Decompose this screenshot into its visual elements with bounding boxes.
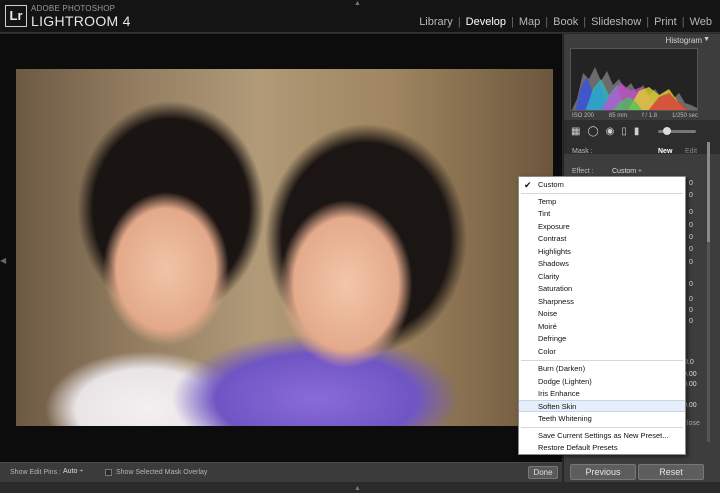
menu-item-label: Custom xyxy=(538,180,564,189)
menu-item-shadows[interactable]: Shadows xyxy=(519,258,685,270)
bottom-panel-toggle-icon[interactable]: ▲ xyxy=(354,485,361,492)
menu-item-dodge[interactable]: Dodge (Lighten) xyxy=(519,376,685,388)
mask-new-button[interactable]: New xyxy=(658,148,672,155)
menu-item-defringe[interactable]: Defringe xyxy=(519,333,685,345)
slider-value[interactable]: 0 xyxy=(689,281,693,288)
menu-item-color[interactable]: Color xyxy=(519,346,685,358)
module-print[interactable]: Print xyxy=(650,16,681,28)
panel-scroll-thumb[interactable] xyxy=(707,142,710,242)
adjustment-brush-icon[interactable]: ▮ xyxy=(634,126,640,137)
slider-value[interactable]: 0 xyxy=(689,318,693,325)
histogram-title[interactable]: Histogram xyxy=(564,34,704,47)
menu-item-clarity[interactable]: Clarity xyxy=(519,271,685,283)
graduated-filter-icon[interactable]: ▯ xyxy=(621,126,627,137)
exif-info: ISO 200 85 mm f / 1.8 1/250 sec xyxy=(572,113,698,119)
left-panel-toggle-icon[interactable]: ◀ xyxy=(0,256,6,265)
tool-slider-handle[interactable] xyxy=(663,127,671,135)
slider-value[interactable]: 0 xyxy=(689,246,693,253)
photo-preview[interactable] xyxy=(16,69,553,426)
module-picker: Library | Develop | Map | Book | Slidesh… xyxy=(415,16,716,28)
menu-item-tint[interactable]: Tint xyxy=(519,208,685,220)
top-panel-toggle-icon[interactable]: ▲ xyxy=(354,0,361,7)
brand-subtitle: ADOBE PHOTOSHOP xyxy=(31,4,116,13)
histogram-chart xyxy=(571,67,697,110)
effect-label: Effect : xyxy=(572,168,594,175)
slider-value[interactable]: 0 xyxy=(689,307,693,314)
menu-item-temp[interactable]: Temp xyxy=(519,196,685,208)
module-slideshow[interactable]: Slideshow xyxy=(587,16,645,28)
lightroom-window: Lr ADOBE PHOTOSHOP LIGHTROOM 4 Library |… xyxy=(0,0,720,493)
crop-overlay-icon[interactable]: ▦ xyxy=(571,126,580,137)
menu-divider xyxy=(521,360,683,361)
menu-item-custom[interactable]: ✔ Custom xyxy=(519,179,685,191)
show-edit-pins-select[interactable]: Auto ÷ xyxy=(63,468,83,475)
menu-item-saturation[interactable]: Saturation xyxy=(519,283,685,295)
focal-length-value: 85 mm xyxy=(608,113,628,119)
done-button[interactable]: Done xyxy=(528,466,558,479)
menu-item-soften-skin[interactable]: Soften Skin xyxy=(519,400,685,412)
brand-title: LIGHTROOM 4 xyxy=(31,13,131,29)
reset-button[interactable]: Reset xyxy=(638,464,704,480)
lightroom-logo: Lr xyxy=(5,5,27,27)
slider-value[interactable]: 0 xyxy=(689,180,693,187)
menu-item-contrast[interactable]: Contrast xyxy=(519,233,685,245)
module-book[interactable]: Book xyxy=(549,16,582,28)
menu-item-highlights[interactable]: Highlights xyxy=(519,246,685,258)
module-map[interactable]: Map xyxy=(515,16,544,28)
module-library[interactable]: Library xyxy=(415,16,457,28)
slider-value[interactable]: 0 xyxy=(689,209,693,216)
slider-value[interactable]: 0 xyxy=(689,222,693,229)
mask-overlay-checkbox[interactable] xyxy=(105,469,112,476)
checkmark-icon: ✔ xyxy=(524,180,532,190)
collapse-triangle-icon[interactable]: ▼ xyxy=(703,36,710,43)
menu-item-noise[interactable]: Noise xyxy=(519,308,685,320)
mask-label: Mask : xyxy=(572,148,593,155)
effect-preset-select[interactable]: Custom ÷ xyxy=(612,168,642,175)
menu-item-exposure[interactable]: Exposure xyxy=(519,221,685,233)
mask-overlay-label: Show Selected Mask Overlay xyxy=(116,469,208,476)
spot-removal-icon[interactable]: ◯ xyxy=(587,126,598,137)
slider-value[interactable]: 0 xyxy=(689,259,693,266)
image-canvas[interactable] xyxy=(0,34,562,462)
aperture-value: f / 1.8 xyxy=(642,113,658,119)
iso-value: ISO 200 xyxy=(572,113,595,119)
histogram-graph xyxy=(570,48,698,111)
develop-toolbar: Show Edit Pins : Auto ÷ Show Selected Ma… xyxy=(0,462,562,482)
show-edit-pins-label: Show Edit Pins : xyxy=(10,469,61,476)
menu-item-iris-enhance[interactable]: Iris Enhance xyxy=(519,388,685,400)
slider-value[interactable]: 0 xyxy=(689,296,693,303)
mask-edit-button[interactable]: Edit xyxy=(685,148,697,155)
menu-divider xyxy=(521,427,683,428)
module-develop[interactable]: Develop xyxy=(462,16,510,28)
menu-item-moire[interactable]: Moiré xyxy=(519,321,685,333)
menu-divider xyxy=(521,193,683,194)
menu-item-burn[interactable]: Burn (Darken) xyxy=(519,363,685,375)
menu-item-teeth-whitening[interactable]: Teeth Whitening xyxy=(519,413,685,425)
previous-button[interactable]: Previous xyxy=(570,464,636,480)
menu-item-restore-presets[interactable]: Restore Default Presets xyxy=(519,442,685,454)
menu-item-save-preset[interactable]: Save Current Settings as New Preset... xyxy=(519,430,685,442)
shutter-value: 1/250 sec xyxy=(671,113,698,119)
menu-item-sharpness[interactable]: Sharpness xyxy=(519,296,685,308)
module-web[interactable]: Web xyxy=(686,16,716,28)
red-eye-icon[interactable]: ◉ xyxy=(606,126,615,137)
slider-value[interactable]: 0 xyxy=(689,192,693,199)
slider-value[interactable]: 0 xyxy=(689,234,693,241)
effect-preset-menu: ✔ Custom Temp Tint Exposure Contrast Hig… xyxy=(518,176,686,455)
